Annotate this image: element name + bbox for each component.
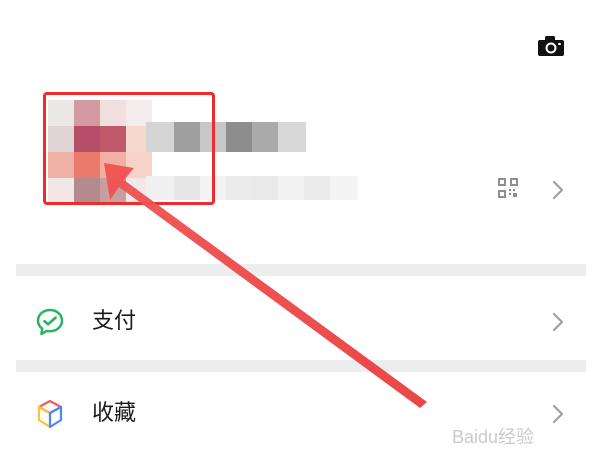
- name-pixel: [226, 122, 252, 152]
- avatar-pixel: [74, 126, 100, 152]
- avatar-pixel: [74, 100, 100, 126]
- avatar-pixel: [74, 178, 100, 204]
- avatar-pixel: [100, 100, 126, 126]
- name-pixel: [146, 122, 174, 152]
- id-pixel: [200, 176, 226, 200]
- name-pixel: [252, 122, 278, 152]
- id-pixel: [278, 176, 304, 200]
- watermark: Baidu经验: [452, 420, 558, 454]
- menu-item-label: 支付: [92, 309, 137, 334]
- avatar-pixel: [100, 126, 126, 152]
- name-pixel: [278, 122, 306, 152]
- id-pixel: [304, 176, 330, 200]
- wechat-me-screen: 支付 收藏 Baidu经验: [0, 0, 590, 474]
- name-pixel: [200, 122, 226, 152]
- camera-icon[interactable]: [536, 34, 566, 58]
- menu-item-pay[interactable]: 支付: [0, 288, 590, 356]
- qr-code-icon[interactable]: [498, 178, 518, 198]
- id-pixel: [330, 176, 358, 200]
- favorites-cube-icon: [34, 398, 66, 430]
- section-divider: [16, 360, 586, 372]
- avatar-pixel: [100, 152, 126, 178]
- profile-name-mosaic: [146, 122, 306, 152]
- avatar-pixel: [74, 152, 100, 178]
- chevron-right-icon: [552, 312, 564, 332]
- avatar-pixel: [100, 178, 126, 204]
- avatar-pixel: [48, 178, 74, 204]
- profile-id-mosaic: [146, 176, 358, 200]
- id-pixel: [226, 176, 252, 200]
- avatar-pixel: [48, 152, 74, 178]
- id-pixel: [252, 176, 278, 200]
- name-pixel: [174, 122, 200, 152]
- avatar-pixel: [126, 152, 152, 178]
- chevron-right-icon[interactable]: [552, 180, 564, 200]
- menu-item-label: 收藏: [92, 401, 137, 426]
- avatar[interactable]: [48, 100, 152, 204]
- wechat-pay-icon: [34, 306, 66, 338]
- avatar-pixel: [48, 126, 74, 152]
- id-pixel: [146, 176, 174, 200]
- watermark-text: Baidu经验: [452, 427, 535, 447]
- id-pixel: [174, 176, 200, 200]
- avatar-pixel: [48, 100, 74, 126]
- section-divider: [16, 264, 586, 276]
